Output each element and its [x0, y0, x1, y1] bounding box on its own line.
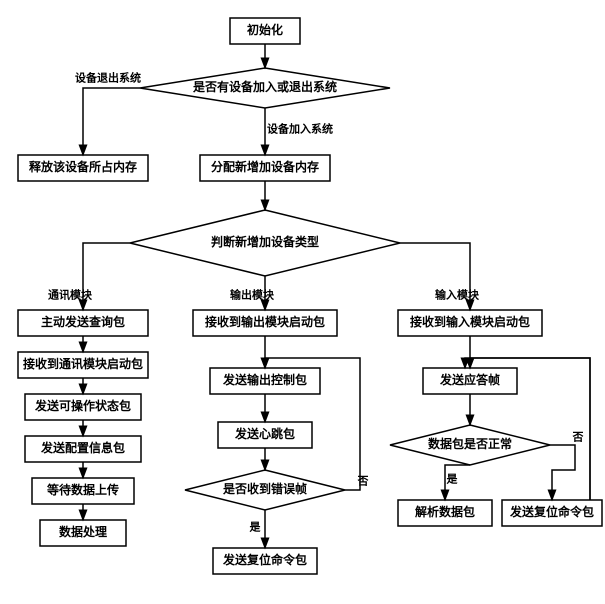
- svg-text:输出模块: 输出模块: [230, 288, 275, 302]
- node-out2: 发送输出控制包: [210, 368, 320, 394]
- svg-text:设备退出系统: 设备退出系统: [75, 71, 141, 85]
- svg-text:设备加入系统: 设备加入系统: [267, 122, 333, 136]
- svg-text:是: 是: [446, 473, 459, 486]
- svg-text:发送心跳包: 发送心跳包: [234, 426, 295, 441]
- node-comm3: 发送可操作状态包: [25, 394, 141, 420]
- svg-text:发送复位命令包: 发送复位命令包: [222, 552, 307, 567]
- svg-text:是: 是: [249, 521, 262, 534]
- node-comm5: 等待数据上传: [32, 478, 134, 504]
- svg-text:是否收到错误帧: 是否收到错误帧: [222, 481, 307, 496]
- node-comm2: 接收到通讯模块启动包: [18, 352, 148, 378]
- svg-text:发送应答帧: 发送应答帧: [439, 372, 500, 387]
- svg-text:数据处理: 数据处理: [59, 524, 107, 539]
- node-out4: 发送复位命令包: [213, 548, 317, 574]
- node-incheck: 数据包是否正常: [390, 425, 550, 465]
- node-release: 释放该设备所占内存: [18, 155, 148, 181]
- svg-text:是否有设备加入或退出系统: 是否有设备加入或退出系统: [192, 79, 337, 94]
- node-comm4: 发送配置信息包: [25, 436, 141, 462]
- node-comm6: 数据处理: [40, 520, 126, 546]
- svg-text:接收到通讯模块启动包: 接收到通讯模块启动包: [23, 356, 143, 371]
- node-comm1: 主动发送查询包: [18, 310, 148, 336]
- node-judge: 判断新增加设备类型: [130, 210, 400, 276]
- svg-text:主动发送查询包: 主动发送查询包: [41, 314, 125, 329]
- svg-text:发送配置信息包: 发送配置信息包: [40, 440, 125, 455]
- svg-text:发送复位命令包: 发送复位命令包: [509, 504, 594, 519]
- svg-text:等待数据上传: 等待数据上传: [46, 482, 119, 497]
- node-outcheck: 是否收到错误帧: [185, 470, 345, 510]
- svg-text:判断新增加设备类型: 判断新增加设备类型: [211, 234, 319, 249]
- svg-text:数据包是否正常: 数据包是否正常: [428, 436, 512, 451]
- node-exitcheck: 是否有设备加入或退出系统: [140, 68, 390, 108]
- svg-text:输入模块: 输入模块: [435, 288, 480, 302]
- svg-text:释放该设备所占内存: 释放该设备所占内存: [29, 159, 137, 174]
- node-in2: 发送应答帧: [423, 368, 517, 394]
- svg-text:否: 否: [357, 475, 369, 488]
- svg-text:否: 否: [572, 431, 584, 444]
- svg-text:分配新增加设备内存: 分配新增加设备内存: [211, 159, 319, 174]
- svg-text:发送可操作状态包: 发送可操作状态包: [34, 398, 131, 413]
- svg-text:解析数据包: 解析数据包: [415, 504, 475, 519]
- flowchart: 初始化 是否有设备加入或退出系统 释放该设备所占内存 分配新增加设备内存 判断新…: [0, 0, 605, 604]
- node-init: 初始化: [230, 18, 300, 44]
- node-in4: 发送复位命令包: [502, 500, 602, 526]
- node-in1: 接收到输入模块启动包: [398, 310, 542, 336]
- svg-text:初始化: 初始化: [247, 22, 283, 37]
- node-out3: 发送心跳包: [218, 422, 312, 448]
- svg-text:发送输出控制包: 发送输出控制包: [222, 372, 307, 387]
- node-allocate: 分配新增加设备内存: [200, 155, 330, 181]
- node-out1: 接收到输出模块启动包: [193, 310, 337, 336]
- node-in3: 解析数据包: [398, 500, 492, 526]
- svg-text:通讯模块: 通讯模块: [48, 288, 93, 302]
- svg-text:接收到输出模块启动包: 接收到输出模块启动包: [205, 314, 325, 329]
- svg-text:接收到输入模块启动包: 接收到输入模块启动包: [410, 314, 530, 329]
